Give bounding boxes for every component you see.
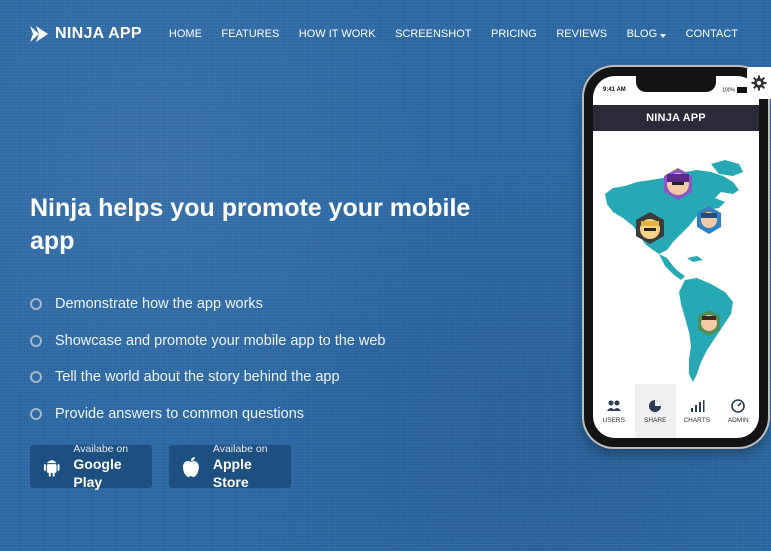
nav-how-it-work[interactable]: HOW IT WORK	[299, 28, 376, 40]
pie-chart-icon	[649, 399, 662, 412]
tab-users[interactable]: USERS	[593, 384, 635, 438]
google-play-text: Availabe on Google Play	[73, 443, 152, 491]
apple-store-text: Availabe on Apple Store	[213, 443, 291, 491]
google-play-button[interactable]: Availabe on Google Play	[30, 443, 152, 491]
feature-text: Showcase and promote your mobile app to …	[55, 332, 386, 349]
tab-users-label: USERS	[602, 416, 625, 424]
ninja-arrow-logo-icon	[30, 26, 48, 42]
nav-contact[interactable]: CONTACT	[686, 28, 738, 40]
settings-toggle[interactable]	[747, 67, 771, 99]
circle-bullet-icon	[30, 298, 42, 311]
apple-store-button[interactable]: Availabe on Apple Store	[169, 443, 291, 491]
chevron-down-icon	[660, 33, 667, 38]
status-time: 9:41 AM	[603, 87, 626, 93]
feature-item: Demonstrate how the app works	[30, 286, 385, 323]
feature-item: Tell the world about the story behind th…	[30, 359, 385, 396]
tab-charts-label: CHARTS	[683, 416, 711, 424]
feature-item: Provide answers to common questions	[30, 396, 385, 433]
brand[interactable]: NINJA APP	[29, 24, 142, 44]
nav-blog-label: BLOG	[626, 28, 658, 40]
apple-store-small-label: Availabe on	[212, 442, 268, 455]
phone-notch	[636, 76, 716, 92]
tab-charts[interactable]: CHARTS	[676, 384, 718, 438]
feature-list: Demonstrate how the app works Showcase a…	[30, 286, 385, 432]
nav-blog[interactable]: BLOG	[627, 28, 667, 40]
tab-admin[interactable]: ADMIN	[718, 384, 760, 438]
nav-features-label: FEATURES	[221, 28, 280, 40]
americas-map	[605, 160, 743, 382]
feature-item: Showcase and promote your mobile app to …	[30, 323, 385, 360]
circle-bullet-icon	[30, 334, 42, 347]
nav-reviews-label: REVIEWS	[556, 28, 608, 40]
tab-share[interactable]: SHARE	[634, 384, 676, 438]
top-navbar: NINJA APP HOME FEATURES HOW IT WORK SCRE…	[0, 0, 771, 70]
feature-text: Demonstrate how the app works	[55, 296, 263, 313]
nav-features[interactable]: FEATURES	[221, 28, 279, 40]
battery-percent: 100%	[722, 87, 735, 94]
circle-bullet-icon	[30, 407, 42, 420]
nav-how-it-work-label: HOW IT WORK	[298, 28, 376, 40]
gauge-icon	[731, 398, 746, 413]
bar-chart-icon	[690, 399, 705, 412]
apple-store-big-label: Apple Store	[212, 455, 252, 490]
app-title: NINJA APP	[646, 112, 706, 124]
tab-share-label: SHARE	[644, 416, 667, 424]
nav-contact-label: CONTACT	[685, 28, 738, 40]
feature-text: Tell the world about the story behind th…	[55, 369, 340, 386]
feature-text: Provide answers to common questions	[55, 405, 305, 422]
nav-reviews[interactable]: REVIEWS	[556, 28, 607, 40]
nav-screenshot[interactable]: SCREENSHOT	[395, 28, 471, 40]
nav-pricing[interactable]: PRICING	[491, 28, 537, 40]
phone-mockup: 9:41 AM 100% NINJA APP USERS SHARE CHART…	[584, 67, 768, 447]
android-icon	[43, 459, 60, 477]
main-menu: HOME FEATURES HOW IT WORK SCREENSHOT PRI…	[149, 28, 738, 40]
phone-screen: 9:41 AM 100% NINJA APP USERS SHARE CHART…	[593, 76, 759, 438]
gear-icon	[751, 75, 767, 91]
nav-pricing-label: PRICING	[490, 28, 537, 40]
bottom-tab-bar: USERS SHARE CHARTS ADMIN	[593, 384, 759, 438]
hero-title: Ninja helps you promote your mobile app	[30, 194, 471, 255]
circle-bullet-icon	[30, 371, 42, 384]
brand-name: NINJA APP	[55, 25, 142, 42]
app-header: NINJA APP	[593, 105, 759, 131]
status-battery: 100%	[722, 87, 749, 93]
nav-home-label: HOME	[168, 28, 202, 40]
tab-admin-label: ADMIN	[727, 416, 749, 424]
apple-icon	[182, 456, 199, 477]
users-icon	[606, 400, 621, 411]
nav-screenshot-label: SCREENSHOT	[395, 28, 472, 40]
google-play-big-label: Google Play	[73, 455, 122, 490]
google-play-small-label: Availabe on	[73, 442, 129, 455]
nav-home[interactable]: HOME	[169, 28, 202, 40]
